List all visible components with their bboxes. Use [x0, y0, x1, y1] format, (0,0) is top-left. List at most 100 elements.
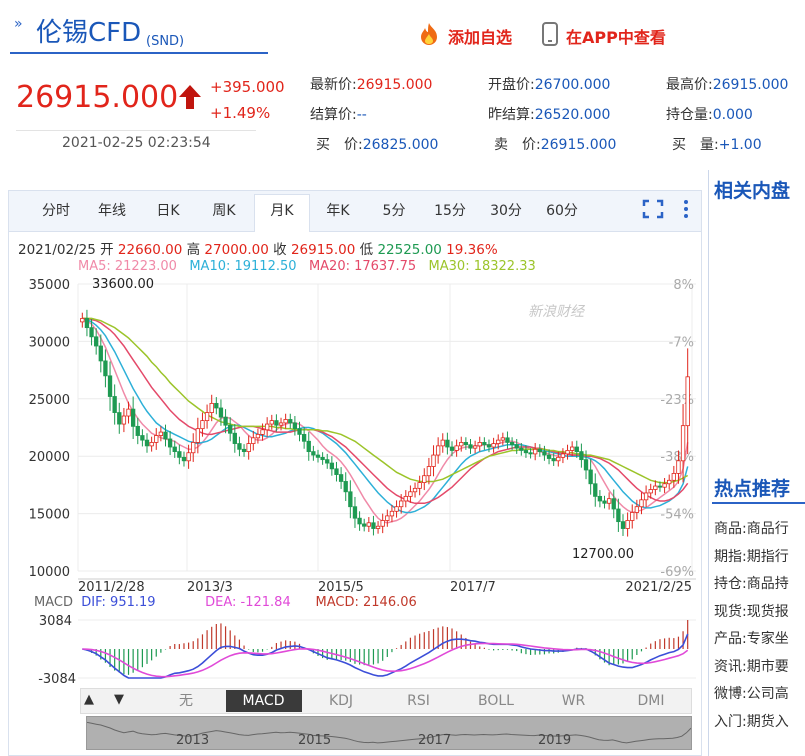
indicator-tab-3[interactable]: RSI [381, 690, 457, 712]
candle-body [218, 407, 224, 418]
candle-body [662, 483, 667, 488]
macd-legend: MACD DIF: 951.19 DEA: -121.84 MACD: 2146… [34, 595, 417, 610]
candle-body [366, 522, 371, 527]
y-tick-label: 15000 [29, 508, 70, 523]
candle-body [325, 459, 330, 464]
candle-body [394, 506, 399, 512]
candle-body [149, 442, 154, 447]
candle-body [570, 446, 575, 451]
candle-body [680, 425, 686, 462]
y-tick-label: 20000 [29, 450, 70, 465]
candle-body [334, 468, 339, 475]
candle-body [519, 447, 524, 451]
candle-body [597, 495, 603, 502]
candle-body [117, 412, 122, 425]
candle-body [84, 318, 90, 329]
candle-body [98, 345, 103, 362]
dif-line [82, 633, 689, 679]
candle-body [422, 475, 427, 484]
candle-body [200, 420, 205, 430]
navigator-year-label: 2017 [418, 733, 452, 748]
candle-body [454, 445, 459, 451]
candle-body [468, 444, 473, 449]
candle-body [556, 456, 561, 462]
candle-body [255, 433, 261, 439]
y-pct-tick-label: 8% [673, 278, 694, 293]
candle-body [477, 442, 482, 447]
candle-body [440, 439, 445, 447]
y-pct-tick-label: -7% [669, 335, 694, 350]
candle-body [579, 451, 584, 461]
candle-body [278, 422, 284, 426]
indicator-tab-2[interactable]: KDJ [303, 690, 379, 712]
candle-body [163, 431, 168, 440]
candle-body [431, 454, 436, 467]
candle-body [667, 479, 672, 485]
candle-body [357, 517, 362, 525]
candle-body [228, 424, 233, 434]
candle-body [537, 448, 542, 453]
candle-body [140, 435, 145, 441]
sina-watermark: 新浪财经 [528, 304, 586, 320]
candle-body [112, 396, 117, 413]
y-pct-tick-label: -69% [660, 565, 694, 580]
candle-body [611, 498, 616, 510]
candle-body [103, 360, 108, 377]
navigator-year-label: 2013 [176, 733, 210, 748]
candle-body [459, 442, 464, 447]
indicator-tab-1[interactable]: MACD [225, 690, 302, 712]
candle-body [343, 481, 348, 493]
high-annotation: 33600.00 [92, 277, 154, 292]
candle-body [251, 437, 256, 444]
candle-body [528, 452, 533, 455]
y-tick-label: 25000 [29, 393, 70, 408]
indicator-tab-6[interactable]: DMI [613, 690, 689, 712]
candle-body [496, 439, 501, 444]
candle-body [445, 439, 450, 448]
kline-chart[interactable]: 35000 8%30000 -7%25000 -23%20000 -38%15000 -5… [0, 0, 805, 756]
series-ma20 [82, 317, 689, 505]
candle-body [223, 416, 228, 426]
indicator-tab-0[interactable]: 无 [148, 690, 224, 712]
candle-body [412, 487, 418, 493]
candle-body [172, 446, 177, 453]
candle-body [676, 460, 681, 474]
candle-body [486, 444, 492, 448]
indicator-tab-5[interactable]: WR [536, 690, 612, 712]
candle-body [630, 512, 635, 521]
candle-body [588, 469, 593, 485]
candle-body [417, 482, 422, 489]
candle-body [602, 500, 607, 504]
scroll-left-icon[interactable]: ▲ [84, 692, 94, 707]
candle-body [135, 425, 140, 436]
candle-body [269, 420, 274, 425]
candle-body [209, 402, 214, 413]
candle-body [371, 522, 376, 529]
candle-body [505, 437, 510, 443]
candle-body [80, 318, 85, 323]
candle-body [274, 420, 279, 426]
candle-body [643, 492, 649, 501]
y-tick-label: 10000 [29, 565, 70, 580]
candle-body [241, 448, 247, 453]
candle-body [186, 452, 191, 462]
candle-body [89, 327, 94, 338]
candle-body [362, 523, 367, 527]
candle-body [292, 422, 298, 430]
candle-body [260, 429, 265, 435]
candle-body [634, 506, 640, 513]
candle-body [338, 474, 344, 482]
candle-body [352, 506, 358, 519]
x-tick-label: 2011/2/28 [78, 580, 145, 595]
candle-body [177, 451, 182, 458]
candle-body [620, 521, 626, 529]
candle-body [283, 419, 288, 424]
indicator-tab-4[interactable]: BOLL [458, 690, 534, 712]
dea-line [82, 642, 689, 678]
candle-body [195, 428, 200, 443]
candle-body [94, 336, 99, 347]
candle-body [648, 489, 653, 494]
candle-body [482, 442, 487, 446]
scroll-right-icon[interactable]: ▼ [114, 692, 124, 707]
navigator-year-label: 2015 [298, 733, 332, 748]
